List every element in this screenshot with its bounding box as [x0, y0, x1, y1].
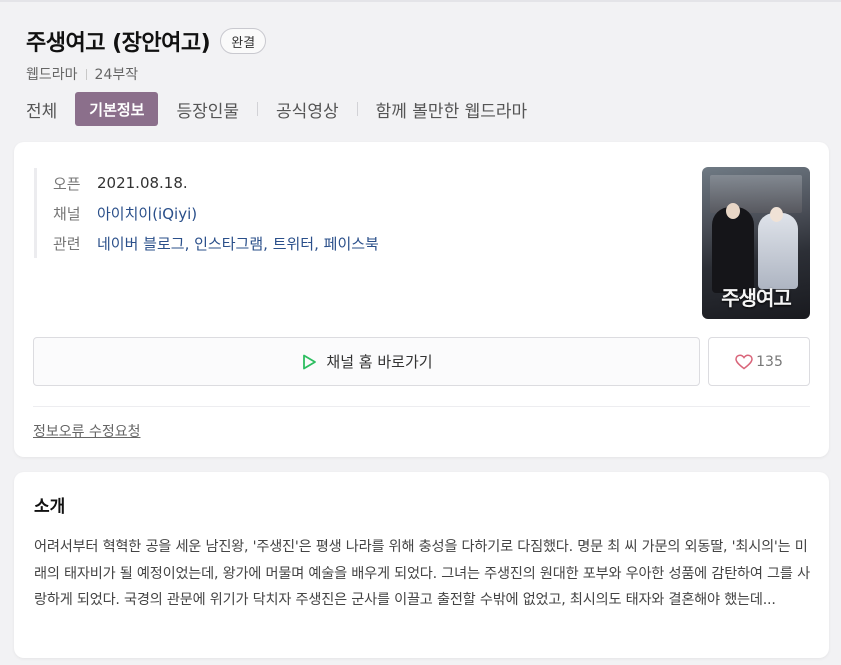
poster-image[interactable]: 주생여고	[702, 167, 810, 319]
divider	[33, 406, 810, 407]
channel-home-button[interactable]: 채널 홈 바로가기	[33, 337, 700, 386]
play-icon	[303, 354, 317, 369]
info-key: 오픈	[53, 174, 81, 193]
intro-text: 어려서부터 혁혁한 공을 세운 남진왕, '주생진'은 평생 나라를 위해 충성…	[34, 539, 810, 608]
tab-all[interactable]: 전체	[26, 92, 57, 126]
genre-label: 웹드라마	[26, 67, 78, 83]
info-key: 관련	[53, 234, 81, 253]
tab-divider	[257, 102, 259, 116]
heart-icon	[735, 353, 753, 369]
tab-recommended[interactable]: 함께 볼만한 웹드라마	[376, 92, 528, 126]
info-key: 채널	[53, 204, 81, 223]
related-link-instagram[interactable]: 인스타그램	[194, 235, 263, 253]
top-border	[0, 0, 841, 2]
like-count: 135	[756, 353, 783, 370]
meta-divider	[85, 68, 87, 80]
poster-figure-female	[758, 213, 798, 289]
related-link-facebook[interactable]: 페이스북	[324, 235, 379, 253]
info-row-open: 오픈 2021.08.18.	[53, 168, 379, 198]
tab-bar: 전체 기본정보 등장인물 공식영상 함께 볼만한 웹드라마	[26, 92, 527, 126]
tab-characters[interactable]: 등장인물	[176, 92, 239, 126]
page-title: 주생여고 (장안여고)	[26, 31, 211, 56]
channel-home-label: 채널 홈 바로가기	[326, 353, 433, 371]
report-error-link[interactable]: 정보오류 수정요청	[33, 421, 141, 441]
related-link-blog[interactable]: 네이버 블로그	[97, 235, 185, 253]
info-list: 오픈 2021.08.18. 채널 아이치이(iQiyi) 관련 네이버 블로그…	[34, 168, 379, 258]
poster-face	[726, 203, 740, 219]
intro-card: 소개 어려서부터 혁혁한 공을 세운 남진왕, '주생진'은 평생 나라를 위해…	[14, 472, 829, 658]
status-badge: 완결	[220, 28, 267, 54]
poster-face	[770, 207, 783, 222]
poster-figure-male	[712, 207, 754, 293]
basic-info-card: 오픈 2021.08.18. 채널 아이치이(iQiyi) 관련 네이버 블로그…	[14, 142, 829, 457]
tab-official-video[interactable]: 공식영상	[276, 92, 339, 126]
header: 주생여고 (장안여고) 완결 웹드라마 24부작	[26, 24, 827, 84]
title-row: 주생여고 (장안여고) 완결	[26, 24, 827, 58]
info-row-channel: 채널 아이치이(iQiyi)	[53, 198, 379, 228]
related-links: 네이버 블로그, 인스타그램, 트위터, 페이스북	[97, 234, 379, 253]
tab-divider	[356, 102, 358, 116]
channel-link[interactable]: 아이치이(iQiyi)	[97, 203, 197, 224]
tab-basic-info[interactable]: 기본정보	[75, 92, 159, 126]
related-link-twitter[interactable]: 트위터	[273, 235, 314, 253]
open-date: 2021.08.18.	[97, 174, 188, 192]
episode-count: 24부작	[94, 67, 139, 83]
like-button[interactable]: 135	[708, 337, 810, 386]
info-row-related: 관련 네이버 블로그, 인스타그램, 트위터, 페이스북	[53, 228, 379, 258]
poster-title: 주생여고	[721, 286, 792, 310]
meta-row: 웹드라마 24부작	[26, 64, 827, 84]
intro-title: 소개	[34, 497, 66, 517]
